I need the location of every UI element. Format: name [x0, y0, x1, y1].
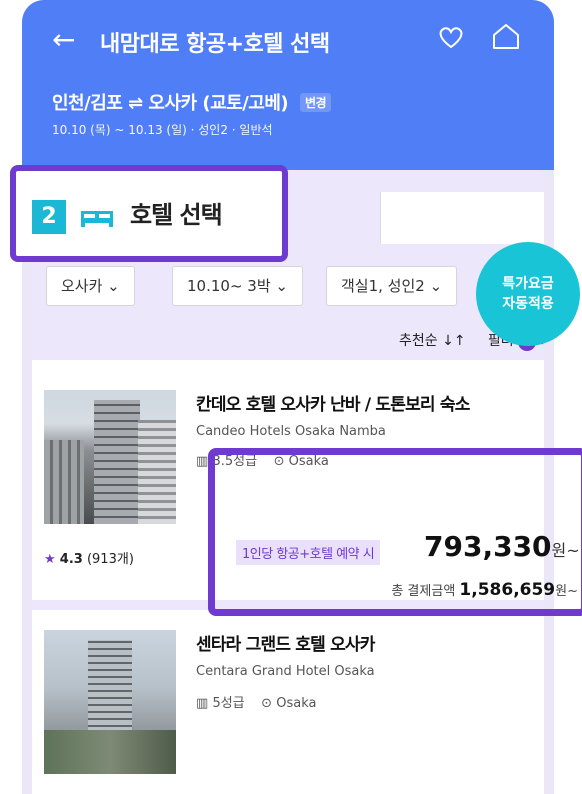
room-filter-button[interactable]: 객실1, 성인2 ⌄ — [326, 266, 458, 306]
heart-icon[interactable] — [436, 22, 466, 52]
price-unit: 원~ — [551, 541, 580, 560]
hotel-photo — [44, 630, 176, 774]
step-indicator: 2 호텔 선택 — [10, 165, 288, 262]
trip-dates: 10.10 (목) ~ 10.13 (일) · 성인2 · 일반석 — [52, 123, 273, 137]
building-icon: ▥ — [196, 454, 209, 469]
total-unit: 원~ — [555, 584, 578, 599]
step-number: 2 — [32, 200, 66, 234]
location-label: Osaka — [276, 696, 317, 711]
rating: ★ 4.3 (913개) — [44, 548, 134, 567]
total-label: 총 결제금액 — [391, 584, 456, 599]
grade-label: 5성급 — [212, 696, 245, 711]
app-screen: ← 내맘대로 항공+호텔 선택 인천/김포 ⇌ 오사카 (교토/고베) 변경 1… — [22, 0, 554, 794]
hotel-name: 칸데오 호텔 오사카 난바 / 도톤보리 숙소 — [196, 395, 470, 415]
hotel-name: 센타라 그랜드 호텔 오사카 — [196, 635, 375, 655]
rating-value: 4.3 — [59, 552, 83, 567]
total-price: 총 결제금액 1,586,659원~ — [391, 580, 578, 600]
bed-icon — [81, 211, 113, 227]
per-person-label: 1인당 항공+호텔 예약 시 — [236, 540, 381, 565]
route-label: 인천/김포 ⇌ 오사카 (교토/고베) — [52, 93, 289, 114]
promo-line-2: 자동적용 — [502, 296, 554, 312]
date-filter-button[interactable]: 10.10~ 3박 ⌄ — [172, 266, 303, 306]
back-arrow-icon[interactable]: ← — [52, 24, 75, 56]
building-icon: ▥ — [196, 696, 209, 711]
star-icon: ★ — [44, 552, 56, 567]
home-icon[interactable] — [490, 22, 522, 52]
hotel-card[interactable]: 센타라 그랜드 호텔 오사카 Centara Grand Hotel Osaka… — [32, 610, 544, 794]
promo-line-1: 특가요금 — [502, 276, 554, 292]
per-person-price: 793,330원~ — [424, 530, 580, 563]
route-text: 인천/김포 ⇌ 오사카 (교토/고베) 변경 — [52, 89, 332, 115]
change-button[interactable]: 변경 — [299, 93, 332, 112]
review-count: (913개) — [86, 552, 134, 567]
hotel-grade: ▥ 5성급 ⊙ Osaka — [196, 692, 316, 711]
page-title: 내맘대로 항공+호텔 선택 — [100, 32, 330, 57]
hotel-name-english: Candeo Hotels Osaka Namba — [196, 424, 386, 439]
sort-button[interactable]: 추천순 ↓↑ — [399, 333, 466, 349]
header: ← 내맘대로 항공+호텔 선택 인천/김포 ⇌ 오사카 (교토/고베) 변경 1… — [22, 0, 554, 170]
promo-badge: 특가요금 자동적용 — [476, 242, 580, 346]
total-value: 1,586,659 — [459, 580, 556, 600]
step-label: 호텔 선택 — [130, 201, 223, 229]
per-person-value: 793,330 — [424, 530, 552, 563]
hotel-photo — [44, 390, 176, 524]
hotel-name-english: Centara Grand Hotel Osaka — [196, 664, 375, 679]
step-placeholder — [380, 192, 544, 244]
city-filter-button[interactable]: 오사카 ⌄ — [46, 266, 135, 306]
location-pin-icon: ⊙ — [261, 696, 273, 711]
